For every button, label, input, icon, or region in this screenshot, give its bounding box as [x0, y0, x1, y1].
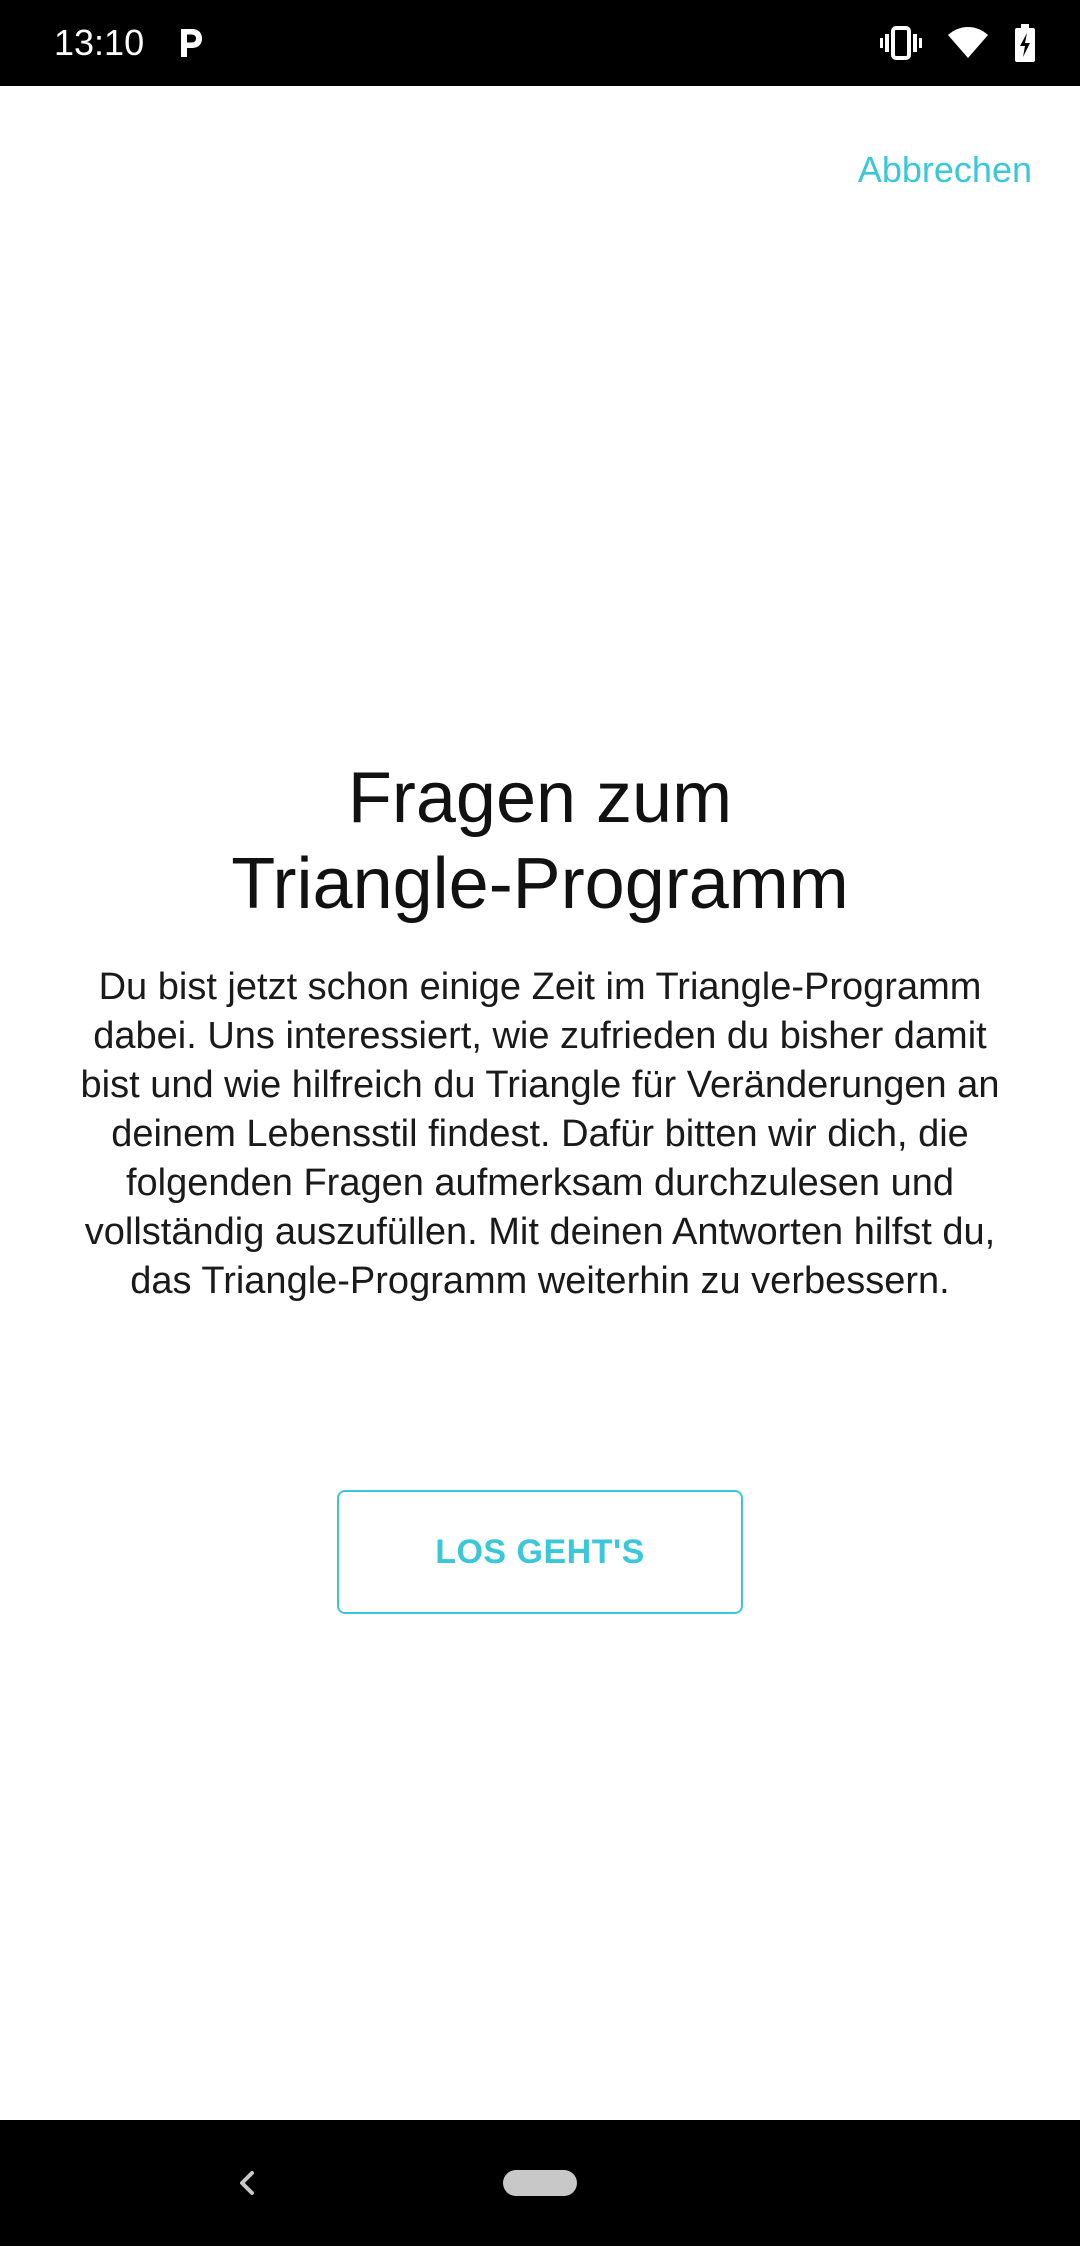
status-icons	[880, 22, 1036, 64]
page-title-line-2: Triangle-Programm	[231, 844, 849, 924]
page-title-line-1: Fragen zum	[347, 758, 733, 838]
navigation-bar	[0, 2120, 1080, 2246]
vibrate-icon	[880, 25, 922, 61]
screen: 13:10 Abbrechen Fragen zum Triangle-Prog…	[0, 0, 1080, 2246]
start-button[interactable]: LOS GEHT'S	[337, 1490, 743, 1614]
status-time: 13:10	[54, 22, 145, 63]
page-description: Du bist jetzt schon einige Zeit im Trian…	[80, 966, 1000, 1302]
parking-icon	[175, 26, 205, 60]
page-title: Fragen zum Triangle-Programm	[60, 755, 1020, 927]
cancel-button[interactable]: Abbrechen	[858, 148, 1032, 192]
intro-content: Fragen zum Triangle-Programm Du bist jet…	[60, 755, 1020, 1306]
back-icon[interactable]	[226, 2160, 266, 2206]
wifi-icon	[948, 27, 988, 59]
battery-charging-icon	[1014, 24, 1036, 62]
home-pill-icon[interactable]	[503, 2170, 577, 2196]
status-bar: 13:10	[0, 0, 1080, 86]
